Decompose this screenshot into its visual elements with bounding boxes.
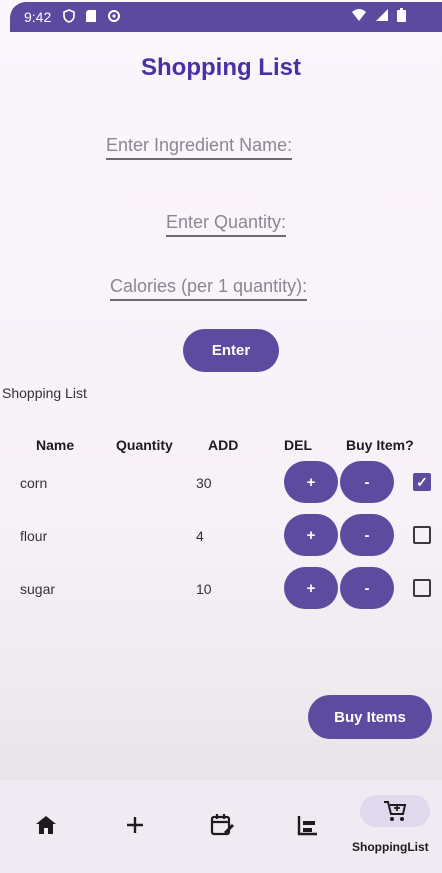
shopping-cart-icon — [383, 801, 407, 826]
home-icon — [34, 816, 58, 840]
shield-icon — [63, 8, 76, 26]
item-quantity: 30 — [196, 475, 212, 491]
status-time: 9:42 — [24, 9, 52, 25]
nav-label-shopping-list: ShoppingList — [352, 840, 429, 854]
add-icon — [124, 817, 146, 840]
buy-checkbox[interactable]: ✓ — [413, 473, 431, 491]
wifi-icon — [351, 8, 367, 25]
add-button[interactable]: + — [284, 567, 338, 609]
header-add: ADD — [208, 437, 239, 453]
item-name: flour — [20, 528, 48, 544]
calories-input[interactable]: Calories (per 1 quantity): — [110, 276, 308, 301]
sd-card-icon — [85, 9, 97, 26]
item-name: sugar — [20, 581, 56, 597]
nav-chart[interactable] — [296, 813, 320, 842]
del-button[interactable]: - — [340, 461, 394, 503]
del-button[interactable]: - — [340, 514, 394, 556]
nav-add[interactable] — [124, 814, 146, 841]
chart-icon — [296, 816, 320, 841]
item-quantity: 10 — [196, 581, 212, 597]
buy-checkbox[interactable] — [413, 526, 431, 544]
header-name: Name — [36, 437, 75, 453]
header-del: DEL — [284, 437, 312, 453]
battery-icon — [397, 8, 406, 25]
quantity-input[interactable]: Enter Quantity: — [166, 212, 287, 237]
header-quantity: Quantity — [116, 437, 173, 453]
calendar-edit-icon — [210, 814, 236, 841]
del-button[interactable]: - — [340, 567, 394, 609]
page-title: Shopping List — [141, 54, 301, 81]
signal-icon — [375, 8, 389, 25]
enter-button[interactable]: Enter — [183, 329, 279, 372]
status-bar: 9:42 — [10, 2, 442, 32]
nav-shopping-list[interactable] — [383, 800, 407, 827]
add-button[interactable]: + — [284, 514, 338, 556]
section-label: Shopping List — [2, 385, 87, 401]
sync-icon — [107, 9, 121, 26]
item-quantity: 4 — [196, 528, 204, 544]
ingredient-name-input[interactable]: Enter Ingredient Name: — [106, 135, 293, 160]
item-name: corn — [20, 475, 48, 491]
nav-home[interactable] — [34, 814, 58, 841]
buy-checkbox[interactable] — [413, 579, 431, 597]
add-button[interactable]: + — [284, 461, 338, 503]
header-buy-item: Buy Item? — [346, 437, 414, 453]
buy-items-button[interactable]: Buy Items — [308, 695, 432, 739]
nav-calendar[interactable] — [210, 813, 236, 842]
